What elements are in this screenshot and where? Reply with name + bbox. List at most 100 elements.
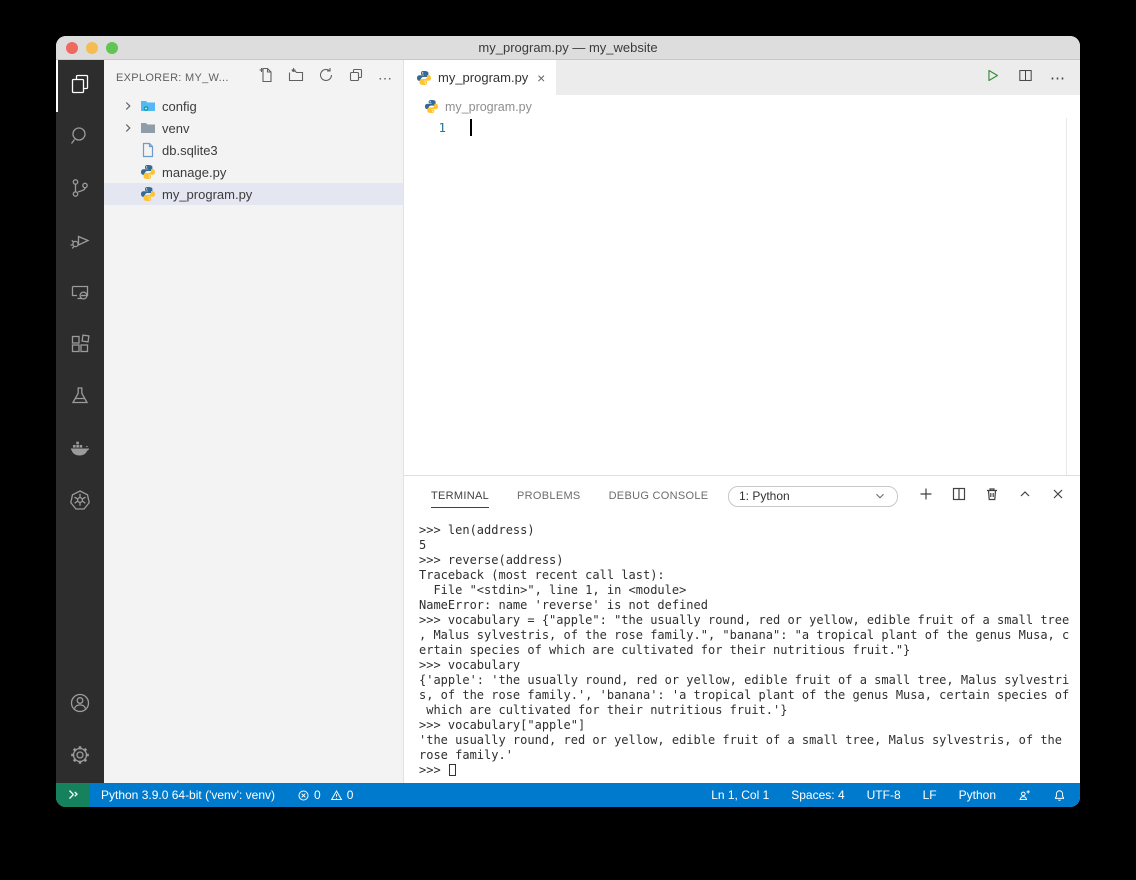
explorer-header: EXPLORER: MY_W... ⋯ — [104, 60, 403, 95]
remote-icon — [66, 788, 80, 802]
terminal-prompt-line: >>> — [419, 763, 1080, 778]
chevron-down-icon — [873, 489, 887, 503]
more-actions-icon[interactable]: ⋯ — [378, 73, 393, 83]
window-title: my_program.py — my_website — [478, 40, 657, 55]
warning-count: 0 — [347, 788, 354, 802]
remote-explorer-icon — [68, 280, 92, 309]
code-editor[interactable]: 1 — [404, 118, 1080, 475]
zoom-window-button[interactable] — [106, 42, 118, 54]
activity-search[interactable] — [56, 112, 104, 164]
close-panel-icon[interactable] — [1050, 486, 1066, 507]
breadcrumb-item[interactable]: my_program.py — [445, 100, 532, 114]
minimap-divider — [1066, 118, 1067, 475]
terminal-line: which are cultivated for their nutritiou… — [419, 703, 1080, 718]
terminal-line: 'the usually round, red or yellow, edibl… — [419, 733, 1080, 748]
bottom-panel: TERMINAL PROBLEMS DEBUG CONSOLE 1: Pytho… — [404, 475, 1080, 783]
indentation[interactable]: Spaces: 4 — [789, 788, 846, 802]
remote-indicator[interactable] — [56, 783, 90, 807]
extensions-icon — [68, 332, 92, 361]
config-folder-icon — [140, 98, 156, 114]
tab-my-program-py[interactable]: my_program.py × — [404, 60, 556, 95]
source-control-icon — [68, 176, 92, 205]
editor-group: my_program.py × ⋯ my_program.py 1 — [404, 60, 1080, 783]
python-file-icon — [416, 70, 432, 86]
tab-debug-console[interactable]: DEBUG CONSOLE — [609, 484, 709, 508]
terminal-line: ertain species of which are cultivated f… — [419, 643, 1080, 658]
editor-more-actions-icon[interactable]: ⋯ — [1050, 69, 1066, 87]
encoding[interactable]: UTF-8 — [865, 788, 903, 802]
terminal-select[interactable]: 1: Python — [728, 486, 898, 507]
run-file-icon[interactable] — [984, 67, 1001, 89]
tree-item-db-sqlite3[interactable]: db.sqlite3 — [104, 139, 403, 161]
activity-kubernetes[interactable] — [56, 476, 104, 528]
activity-run-debug[interactable] — [56, 216, 104, 268]
terminal-line: NameError: name 'reverse' is not defined — [419, 598, 1080, 613]
minimize-window-button[interactable] — [86, 42, 98, 54]
activity-bar — [56, 60, 104, 783]
terminal-line: >>> vocabulary — [419, 658, 1080, 673]
tab-bar: my_program.py × ⋯ — [404, 60, 1080, 95]
terminal-line: Traceback (most recent call last): — [419, 568, 1080, 583]
eol-sequence[interactable]: LF — [921, 788, 939, 802]
activity-accounts[interactable] — [56, 679, 104, 731]
activity-settings[interactable] — [56, 731, 104, 783]
feedback-icon[interactable] — [1016, 789, 1033, 802]
file-label: db.sqlite3 — [162, 143, 218, 158]
activity-testing[interactable] — [56, 372, 104, 424]
file-tree: config venv db.sqlite3 manage.py — [104, 95, 403, 783]
activity-docker[interactable] — [56, 424, 104, 476]
close-window-button[interactable] — [66, 42, 78, 54]
file-label: venv — [162, 121, 189, 136]
new-file-icon[interactable] — [258, 67, 274, 88]
python-interpreter[interactable]: Python 3.9.0 64-bit ('venv': venv) — [99, 788, 277, 802]
explorer-sidebar: EXPLORER: MY_W... ⋯ config — [104, 60, 404, 783]
close-tab-icon[interactable]: × — [534, 70, 548, 86]
traffic-lights — [66, 42, 118, 54]
split-terminal-icon[interactable] — [951, 486, 967, 507]
terminal-line: 5 — [419, 538, 1080, 553]
title-bar: my_program.py — my_website — [56, 36, 1080, 60]
terminal-line: s, of the rose family.', 'banana': 'a tr… — [419, 688, 1080, 703]
file-icon — [140, 142, 156, 158]
gear-icon — [68, 743, 92, 772]
tree-item-manage-py[interactable]: manage.py — [104, 161, 403, 183]
tree-item-config[interactable]: config — [104, 95, 403, 117]
refresh-icon[interactable] — [318, 67, 334, 88]
chevron-right-icon — [120, 120, 136, 136]
terminal-line: >>> reverse(address) — [419, 553, 1080, 568]
tab-problems[interactable]: PROBLEMS — [517, 484, 581, 508]
activity-extensions[interactable] — [56, 320, 104, 372]
tab-label: my_program.py — [438, 70, 528, 85]
tab-terminal[interactable]: TERMINAL — [431, 484, 489, 508]
activity-source-control[interactable] — [56, 164, 104, 216]
tree-item-venv[interactable]: venv — [104, 117, 403, 139]
line-number: 1 — [404, 120, 446, 135]
split-editor-icon[interactable] — [1017, 67, 1034, 89]
language-mode[interactable]: Python — [957, 788, 998, 802]
activity-explorer[interactable] — [56, 60, 104, 112]
terminal-line: File "<stdin>", line 1, in <module> — [419, 583, 1080, 598]
notifications-bell-icon[interactable] — [1051, 789, 1068, 802]
breadcrumb[interactable]: my_program.py — [404, 95, 1080, 118]
folder-icon — [140, 120, 156, 136]
new-terminal-icon[interactable] — [918, 486, 934, 507]
kill-terminal-icon[interactable] — [984, 486, 1000, 507]
file-label: config — [162, 99, 197, 114]
error-icon — [297, 789, 310, 802]
activity-remote-explorer[interactable] — [56, 268, 104, 320]
error-count: 0 — [314, 788, 321, 802]
chevron-right-icon — [120, 98, 136, 114]
python-file-icon — [140, 186, 156, 202]
problems-indicator[interactable]: 0 0 — [295, 788, 355, 802]
file-label: my_program.py — [162, 187, 252, 202]
file-label: manage.py — [162, 165, 226, 180]
search-icon — [68, 124, 92, 153]
warning-icon — [330, 789, 343, 802]
terminal-output[interactable]: >>> len(address) 5 >>> reverse(address) … — [404, 516, 1080, 783]
python-file-icon — [424, 99, 439, 114]
maximize-panel-icon[interactable] — [1017, 486, 1033, 507]
cursor-position[interactable]: Ln 1, Col 1 — [709, 788, 771, 802]
new-folder-icon[interactable] — [288, 67, 304, 88]
tree-item-my-program-py[interactable]: my_program.py — [104, 183, 403, 205]
collapse-folders-icon[interactable] — [348, 67, 364, 88]
